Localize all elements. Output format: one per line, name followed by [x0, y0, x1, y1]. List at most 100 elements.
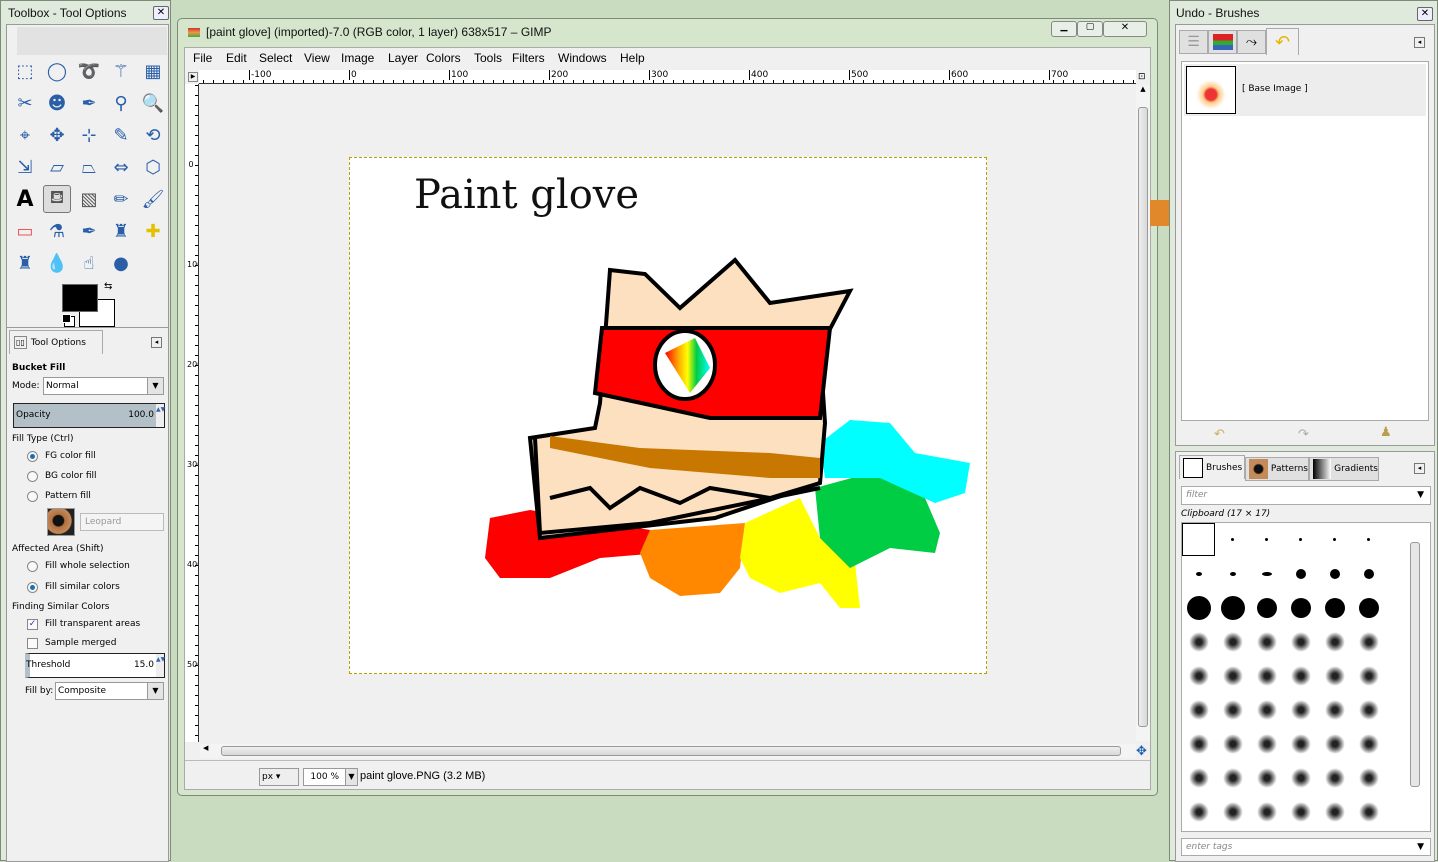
flip-tool-icon[interactable]: ⇔ [107, 153, 135, 181]
tags-input[interactable]: enter tags ▼ [1181, 838, 1431, 856]
color-picker-tool-icon[interactable]: ⚲ [107, 89, 135, 117]
tab-channels[interactable] [1208, 30, 1237, 54]
close-button[interactable]: ✕ [1103, 21, 1147, 37]
brush-cell[interactable] [1318, 659, 1351, 692]
align-tool-icon[interactable]: ⊹ [75, 121, 103, 149]
menu-colors[interactable]: Colors [426, 51, 461, 65]
brush-cell[interactable] [1284, 727, 1317, 760]
filter-input[interactable]: filter ▼ [1181, 486, 1431, 505]
brush-cell[interactable] [1216, 761, 1249, 794]
fuzzy-select-tool-icon[interactable]: ⚚ [107, 57, 135, 85]
brush-cell[interactable] [1216, 727, 1249, 760]
tab-gradients[interactable]: Gradients [1309, 457, 1379, 481]
brush-cell[interactable] [1216, 795, 1249, 828]
airbrush-tool-icon[interactable]: ⚗ [43, 217, 71, 245]
menu-filters[interactable]: Filters [512, 51, 545, 65]
mode-select[interactable]: Normal ▼ [43, 377, 164, 395]
brush-cell[interactable] [1352, 591, 1385, 624]
brush-cell[interactable] [1352, 659, 1385, 692]
brush-cell[interactable] [1352, 761, 1385, 794]
canvas-area[interactable]: Paint glove [200, 85, 1136, 741]
brush-cell[interactable] [1352, 557, 1385, 590]
spin-arrows-icon[interactable]: ▲▼ [156, 404, 165, 427]
toolbox-close-button[interactable]: ✕ [153, 6, 169, 20]
unit-select[interactable]: px ▾ [259, 768, 299, 786]
menu-tools[interactable]: Tools [474, 51, 502, 65]
scissors-tool-icon[interactable]: ✂ [11, 89, 39, 117]
text-tool-icon[interactable]: A [11, 185, 39, 213]
panel-menu-icon[interactable]: ◂ [151, 337, 162, 348]
perspective-clone-tool-icon[interactable]: ♜ [11, 249, 39, 277]
brush-scrollbar[interactable] [1410, 542, 1420, 787]
tab-tool-options[interactable]: ▯▯ Tool Options [9, 330, 103, 354]
opacity-slider[interactable]: Opacity 100.0 ▲▼ [13, 403, 165, 428]
swap-colors-icon[interactable]: ⇆ [104, 281, 112, 292]
dock-close-button[interactable]: ✕ [1417, 7, 1433, 21]
vertical-ruler[interactable]: 0 100 200 300 400 500 [185, 84, 199, 742]
brush-cell[interactable] [1182, 557, 1215, 590]
zoom-select[interactable]: 100 % ▼ [303, 768, 358, 786]
tab-paths[interactable]: ⤳ [1237, 30, 1266, 54]
brush-cell[interactable] [1318, 727, 1351, 760]
brush-cell[interactable] [1352, 625, 1385, 658]
rotate-tool-icon[interactable]: ⟲ [139, 121, 167, 149]
brush-cell[interactable] [1216, 693, 1249, 726]
brush-cell[interactable] [1250, 761, 1283, 794]
clear-history-button[interactable]: ♟ [1380, 425, 1392, 440]
fg-color-swatch[interactable] [62, 284, 98, 312]
radio-bg-fill[interactable] [27, 471, 38, 482]
brush-cell[interactable] [1250, 625, 1283, 658]
radio-pattern-fill[interactable] [27, 491, 38, 502]
fill-transparent-checkbox[interactable]: ✓ [27, 619, 38, 630]
perspective-tool-icon[interactable]: ⏢ [75, 153, 103, 181]
quick-mask-menu-button[interactable]: ▶ [188, 72, 198, 82]
menu-help[interactable]: Help [620, 51, 645, 65]
brush-cell[interactable] [1318, 557, 1351, 590]
rect-select-tool-icon[interactable]: ⬚ [11, 57, 39, 85]
brush-cell[interactable] [1182, 591, 1215, 624]
panel-menu-icon[interactable]: ◂ [1414, 463, 1425, 474]
brush-cell[interactable] [1182, 625, 1215, 658]
pattern-name-field[interactable]: Leopard [80, 513, 164, 531]
brush-cell[interactable] [1216, 591, 1249, 624]
brush-cell[interactable] [1284, 761, 1317, 794]
pattern-swatch[interactable] [47, 508, 75, 536]
pencil-tool-icon[interactable]: ✏ [107, 185, 135, 213]
brush-cell[interactable] [1318, 795, 1351, 828]
bucket-fill-tool-icon[interactable]: ⛾ [43, 185, 71, 213]
brush-cell[interactable] [1250, 591, 1283, 624]
move-tool-icon[interactable]: ✥ [43, 121, 71, 149]
maximize-button[interactable]: ▢ [1077, 21, 1103, 37]
radio-fill-whole-selection[interactable] [27, 561, 38, 572]
brush-cell[interactable] [1352, 693, 1385, 726]
horizontal-scrollbar[interactable]: ◀ [200, 744, 1136, 758]
brush-cell[interactable] [1250, 659, 1283, 692]
paths-tool-icon[interactable]: ✒ [75, 89, 103, 117]
scroll-up-icon[interactable]: ▲ [1136, 85, 1150, 93]
brush-cell[interactable] [1250, 727, 1283, 760]
eraser-tool-icon[interactable]: ▭ [11, 217, 39, 245]
brush-cell[interactable] [1182, 727, 1215, 760]
ellipse-select-tool-icon[interactable]: ◯ [43, 57, 71, 85]
blur-sharpen-tool-icon[interactable]: 💧 [43, 249, 71, 277]
minimize-button[interactable]: ▁ [1051, 21, 1077, 37]
brush-cell[interactable] [1284, 659, 1317, 692]
scroll-left-icon[interactable]: ◀ [203, 744, 208, 752]
brush-cell[interactable] [1216, 625, 1249, 658]
heal-tool-icon[interactable]: ✚ [139, 217, 167, 245]
brush-cell[interactable] [1284, 693, 1317, 726]
horizontal-ruler[interactable]: -100 0 100 200 300 400 500 600 700 [199, 70, 1136, 84]
brush-cell[interactable] [1352, 727, 1385, 760]
threshold-slider[interactable]: Threshold 15.0 ▲▼ [25, 653, 165, 678]
brush-cell[interactable] [1318, 625, 1351, 658]
shear-tool-icon[interactable]: ▱ [43, 153, 71, 181]
menu-image[interactable]: Image [341, 51, 374, 65]
vertical-scroll-thumb[interactable] [1138, 107, 1148, 727]
free-select-tool-icon[interactable]: ➰ [75, 57, 103, 85]
brush-cell[interactable] [1182, 693, 1215, 726]
brush-cell[interactable] [1284, 795, 1317, 828]
measure-tool-icon[interactable]: ⌖ [11, 121, 39, 149]
brush-cell[interactable] [1284, 591, 1317, 624]
cage-transform-tool-icon[interactable]: ⬡ [139, 153, 167, 181]
tab-patterns[interactable]: Patterns [1245, 457, 1309, 481]
